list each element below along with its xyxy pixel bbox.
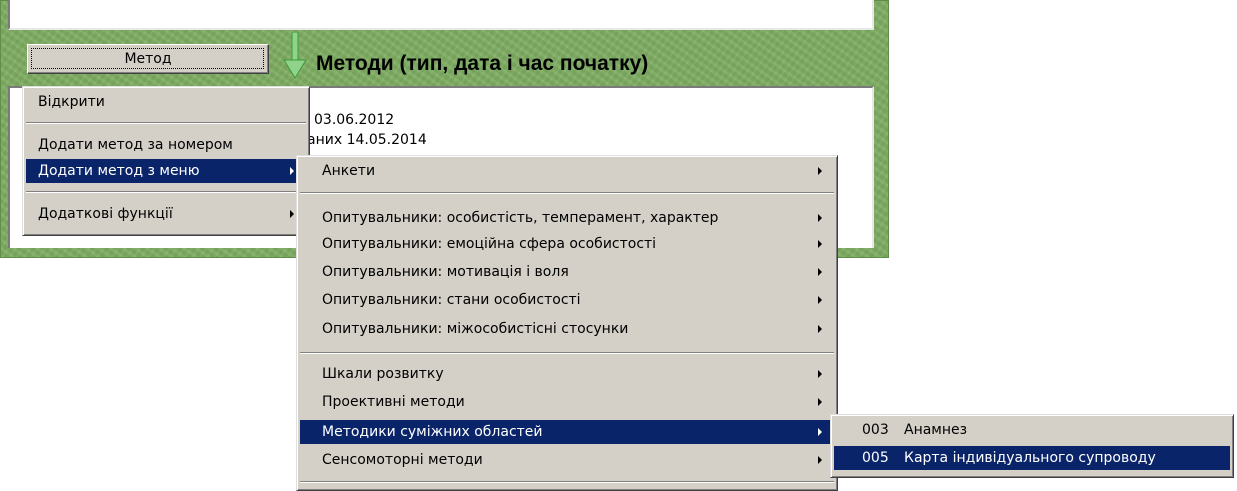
green-down-arrow-icon [283,32,307,79]
focus-rectangle [31,48,264,69]
menu-separator [300,352,834,354]
submenu-adjacent-fields: 003 Анамнез 005 Карта індивідуального су… [830,414,1234,478]
menu-item-label: Проективні методи [322,394,465,410]
methods-heading: Методи (тип, дата і час початку) [316,52,649,75]
submenu2-item-anamnesis[interactable]: 003 Анамнез [834,418,1230,442]
submenu-item-development-scales[interactable]: Шкали розвитку [300,362,834,386]
chevron-right-icon [290,210,294,218]
menu-item-label: Додати метод з меню [38,163,200,179]
menu-item-add-by-number[interactable]: Додати метод за номером [26,133,306,157]
submenu-item-personality[interactable]: Опитувальники: особистість, темперамент,… [300,206,834,230]
menu-item-label: Опитувальники: емоційна сфера особистост… [322,236,657,252]
context-menu: Відкрити Додати метод за номером Додати … [22,86,310,236]
menu-item-label: Сенсомоторні методи [322,452,483,468]
submenu-item-questionnaires[interactable]: Анкети [300,159,834,183]
submenu-methods: Анкети Опитувальники: особистість, темпе… [296,155,838,491]
submenu-item-sensorimotor[interactable]: Сенсомоторні методи [300,448,834,472]
chevron-right-icon [818,398,822,406]
menu-item-label: Анкети [322,163,376,179]
method-code: 003 [862,422,889,438]
menu-separator [26,191,306,193]
menu-item-open[interactable]: Відкрити [26,90,306,114]
chevron-right-icon [818,325,822,333]
menu-separator [300,192,834,194]
submenu-item-interpersonal[interactable]: Опитувальники: міжособистісні стосунки [300,317,834,341]
submenu-item-states[interactable]: Опитувальники: стани особистості [300,288,834,312]
menu-item-label: Опитувальники: мотивація і воля [322,264,569,280]
menu-item-label: Шкали розвитку [322,366,444,382]
menu-item-label: Відкрити [38,94,105,110]
method-name: Карта індивідуального супроводу [904,450,1156,466]
chevron-right-icon [818,296,822,304]
chevron-right-icon [818,268,822,276]
submenu-item-emotional[interactable]: Опитувальники: емоційна сфера особистост… [300,232,834,256]
submenu-item-motivation[interactable]: Опитувальники: мотивація і воля [300,260,834,284]
menu-item-add-from-menu[interactable]: Додати метод з меню [26,159,306,183]
chevron-right-icon [818,240,822,248]
top-list-area [8,0,874,30]
method-button[interactable]: Метод [27,44,269,74]
menu-item-label: Опитувальники: міжособистісні стосунки [322,321,629,337]
menu-item-label: Опитувальники: стани особистості [322,292,581,308]
list-item-date-2[interactable]: аних 14.05.2014 [307,132,427,148]
menu-item-label: Додаткові функції [38,206,173,222]
chevron-right-icon [818,456,822,464]
chevron-right-icon [818,214,822,222]
chevron-right-icon [290,167,294,175]
submenu2-item-support-card[interactable]: 005 Карта індивідуального супроводу [834,446,1230,470]
menu-separator [26,122,306,124]
menu-item-label: Методики суміжних областей [322,424,543,440]
chevron-right-icon [818,370,822,378]
submenu-item-adjacent-fields[interactable]: Методики суміжних областей [300,420,834,444]
menu-item-label: Опитувальники: особистість, темперамент,… [322,210,719,226]
chevron-right-icon [818,167,822,175]
method-name: Анамнез [904,422,968,438]
menu-item-label: Додати метод за номером [38,137,233,153]
chevron-right-icon [818,428,822,436]
submenu-item-projective[interactable]: Проективні методи [300,390,834,414]
method-code: 005 [862,450,889,466]
menu-separator [300,481,834,483]
list-item-date-1[interactable]: 03.06.2012 [314,112,394,128]
menu-item-additional-functions[interactable]: Додаткові функції [26,202,306,226]
